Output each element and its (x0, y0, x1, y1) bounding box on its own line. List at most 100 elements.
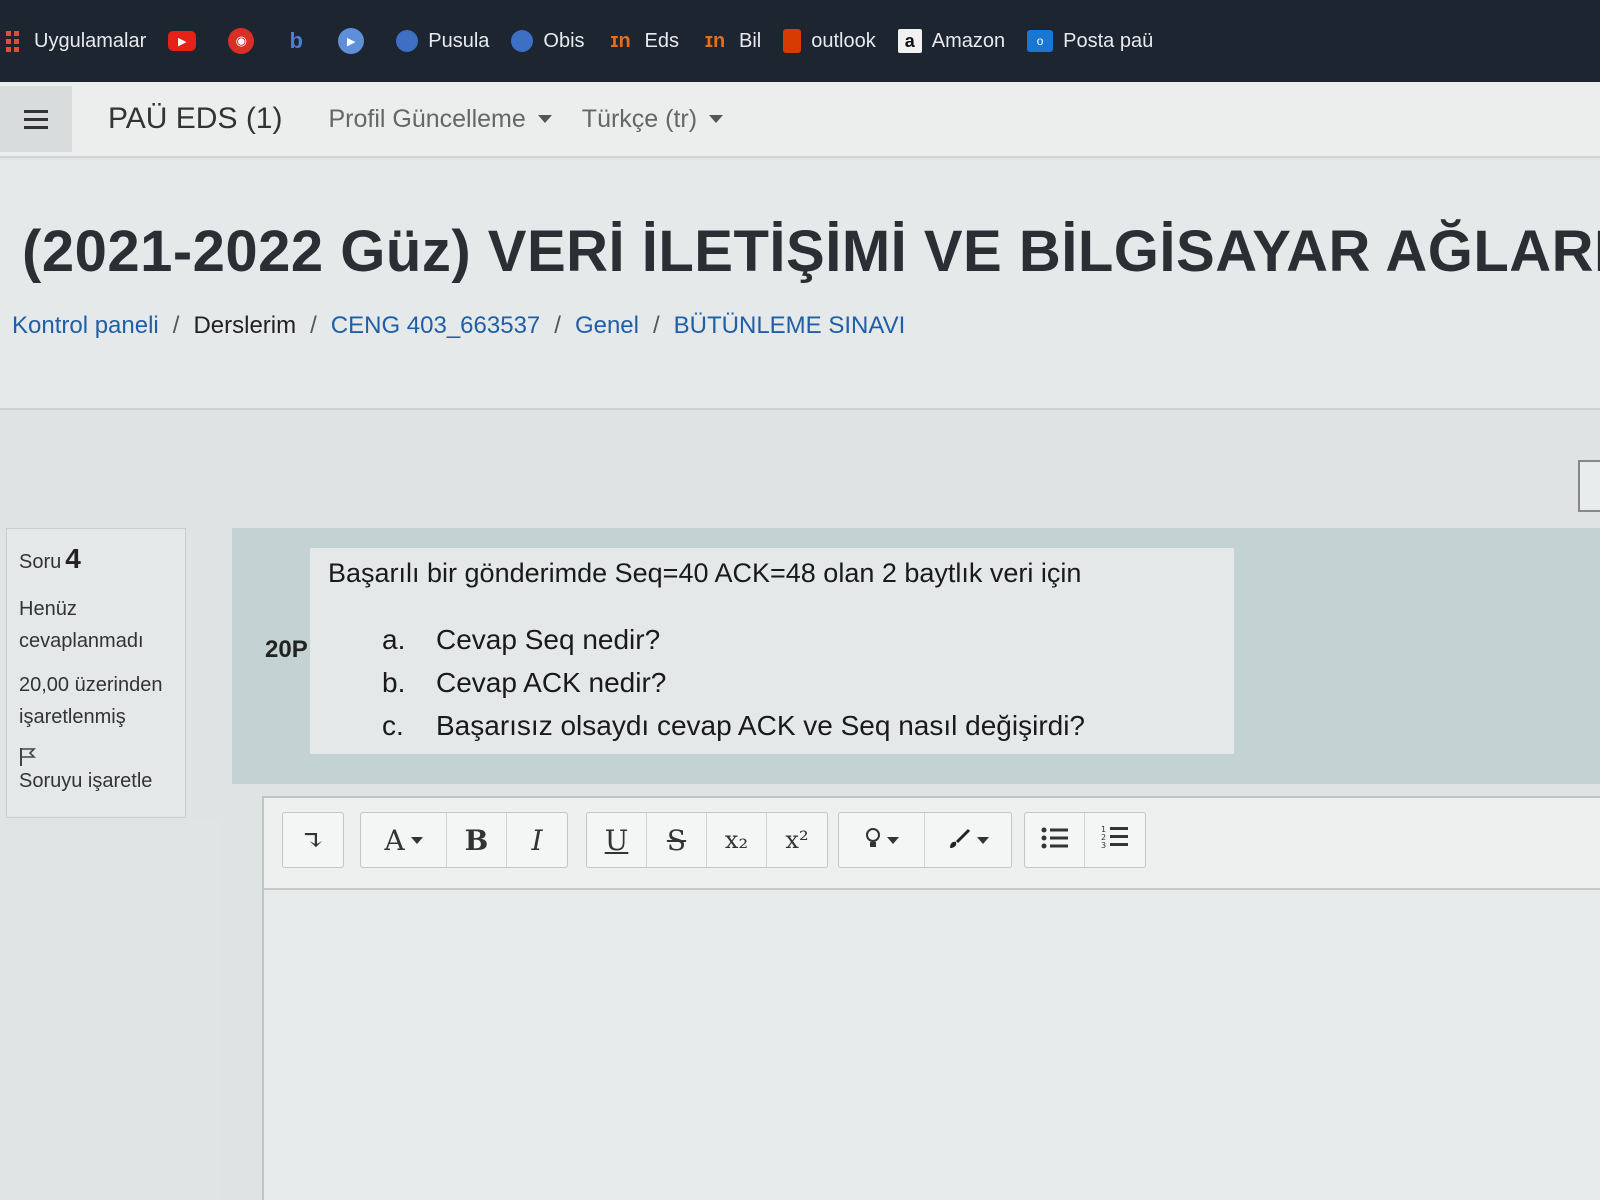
globe-icon (511, 30, 534, 52)
svg-text:3: 3 (1101, 841, 1106, 850)
bookmark-bil[interactable]: ɪn Bil (701, 30, 761, 53)
question-label: Soru (19, 551, 62, 573)
question-grade: 20,00 üzerinden işaretlenmiş (19, 674, 163, 728)
question-number-value: 4 (65, 543, 81, 574)
underline-button[interactable]: U (587, 813, 647, 867)
question-sub-list: a. Cevap Seq nedir? b. Cevap ACK nedir? … (382, 618, 1085, 747)
question-text: Başarılı bir gönderimde Seq=40 ACK=48 ol… (328, 558, 1082, 588)
bullet-list-icon (1041, 824, 1069, 857)
caret-down-icon (709, 115, 724, 123)
ordered-list-button[interactable]: 123 (1085, 813, 1145, 867)
bookmark-outlook[interactable]: outlook (783, 29, 876, 53)
question-number: Soru 4 (19, 543, 173, 575)
font-style-label: A (384, 823, 405, 857)
breadcrumb-separator: / (554, 312, 561, 339)
office-icon (783, 29, 802, 53)
question-info-panel: Soru 4 Henüz cevaplanmadı 20,00 üzerinden… (6, 528, 186, 818)
breadcrumb-exam[interactable]: BÜTÜNLEME SINAVI (674, 312, 906, 340)
dropdown-arrow-icon (410, 836, 423, 844)
toolbar-group-align (838, 812, 1012, 868)
bookmark-label: Eds (644, 29, 680, 52)
answer-editor: ↴ A B I U S x₂ x² 1 2 3 (262, 796, 1600, 1200)
list-item: b. Cevap ACK nedir? (382, 661, 1085, 704)
profile-menu[interactable]: Profil Güncelleme (328, 104, 552, 134)
breadcrumb-separator: / (172, 312, 180, 339)
align-button[interactable] (839, 813, 925, 867)
bookmark-apps[interactable]: Uygulamalar (6, 30, 146, 53)
hamburger-menu-icon[interactable] (0, 86, 72, 152)
list-item-text: Cevap ACK nedir? (436, 666, 667, 698)
caret-down-icon (537, 115, 552, 123)
page-header: (2021-2022 Güz) VERİ İLETİŞİMİ VE BİLGİS… (0, 160, 1600, 410)
outlook-mail-icon: o (1027, 30, 1054, 52)
toolbar-group-style: A B I (360, 812, 568, 868)
strikethrough-button[interactable]: S (647, 813, 707, 867)
moodle-icon: ɪn (704, 29, 726, 52)
lightbulb-icon (865, 824, 881, 857)
bookmark-eds[interactable]: ɪn Eds (607, 30, 679, 53)
color-button[interactable] (925, 813, 1011, 867)
bookmark-label: Uygulamalar (34, 29, 147, 52)
profile-menu-label: Profil Güncelleme (328, 104, 526, 133)
flag-question-button[interactable]: Soruyu işaretle (19, 745, 173, 797)
toolbar-group-format: U S x₂ x² (586, 812, 828, 868)
question-state: Henüz cevaplanmadı (19, 598, 144, 652)
unordered-list-button[interactable] (1025, 813, 1085, 867)
list-item-text: Başarısız olsaydı cevap ACK ve Seq nasıl… (436, 709, 1086, 741)
bookmark-obis[interactable]: Obis (511, 29, 585, 53)
bookmark-label: Obis (543, 29, 585, 52)
breadcrumb-separator: / (652, 312, 660, 339)
editor-toolbar: ↴ A B I U S x₂ x² 1 2 3 (264, 798, 1600, 890)
bookmark-label: Amazon (931, 29, 1006, 52)
bing-icon: b (289, 28, 303, 53)
breadcrumb: Kontrol paneli / Derslerim / CENG 403_66… (12, 312, 905, 340)
font-style-button[interactable]: A (361, 813, 447, 867)
bookmark-label: Pusula (428, 29, 490, 52)
bookmark-label: Bil (739, 29, 762, 52)
youtube-icon: ▶ (168, 31, 197, 51)
breadcrumb-course[interactable]: CENG 403_663537 (331, 312, 540, 340)
flag-question-label: Soruyu işaretle (19, 770, 153, 792)
subscript-button[interactable]: x₂ (707, 813, 767, 867)
bookmark-play[interactable]: ▶ (338, 28, 374, 54)
bookmark-pusula[interactable]: Pusula (396, 30, 489, 53)
bold-button[interactable]: B (447, 813, 507, 867)
italic-button[interactable]: I (507, 813, 567, 867)
bookmarks-bar: Uygulamalar ▶ ◉ b ▶ Pusula Obis ɪn Eds ɪ… (0, 0, 1600, 82)
bookmark-posta[interactable]: o Posta paü (1027, 30, 1153, 53)
bookmark-amazon[interactable]: a Amazon (897, 29, 1006, 53)
bookmark-label: outlook (811, 29, 876, 52)
superscript-button[interactable]: x² (767, 813, 827, 867)
bookmark-bing[interactable]: b (286, 28, 316, 54)
breadcrumb-dashboard[interactable]: Kontrol paneli (12, 312, 159, 340)
question-text-box: Başarılı bir gönderimde Seq=40 ACK=48 ol… (310, 548, 1234, 754)
collapse-toolbar-button[interactable]: ↴ (283, 813, 343, 867)
answer-text-area[interactable] (264, 890, 1600, 1200)
toolbar-group-lists: 123 (1024, 812, 1146, 868)
bookmark-youtube[interactable]: ▶ (168, 31, 206, 51)
list-item-letter: a. (382, 623, 406, 655)
language-menu-label: Türkçe (tr) (581, 104, 698, 133)
apps-grid-icon (6, 31, 20, 52)
moodle-icon: ɪn (610, 29, 631, 52)
record-icon: ◉ (228, 28, 255, 54)
flag-icon (19, 745, 37, 766)
globe-icon (396, 30, 419, 52)
language-menu[interactable]: Türkçe (tr) (581, 104, 724, 134)
brush-icon (947, 824, 971, 857)
breadcrumb-section[interactable]: Genel (575, 312, 639, 340)
list-item: a. Cevap Seq nedir? (382, 618, 1085, 661)
toolbar-group-collapse: ↴ (282, 812, 344, 868)
amazon-icon: a (897, 29, 922, 53)
quiz-nav-toggle[interactable] (1578, 460, 1600, 512)
site-brand[interactable]: PAÜ EDS (1) (108, 102, 282, 136)
numbered-list-icon: 123 (1101, 824, 1129, 857)
top-navbar: PAÜ EDS (1) Profil Güncelleme Türkçe (tr… (0, 82, 1600, 158)
breadcrumb-courses: Derslerim (193, 312, 297, 339)
dropdown-arrow-icon (886, 836, 899, 844)
question-points: 20P (265, 636, 308, 663)
page-title: (2021-2022 Güz) VERİ İLETİŞİMİ VE BİLGİS… (22, 219, 1600, 284)
dropdown-arrow-icon (977, 836, 989, 844)
bookmark-record[interactable]: ◉ (228, 28, 264, 54)
breadcrumb-separator: / (310, 312, 317, 339)
